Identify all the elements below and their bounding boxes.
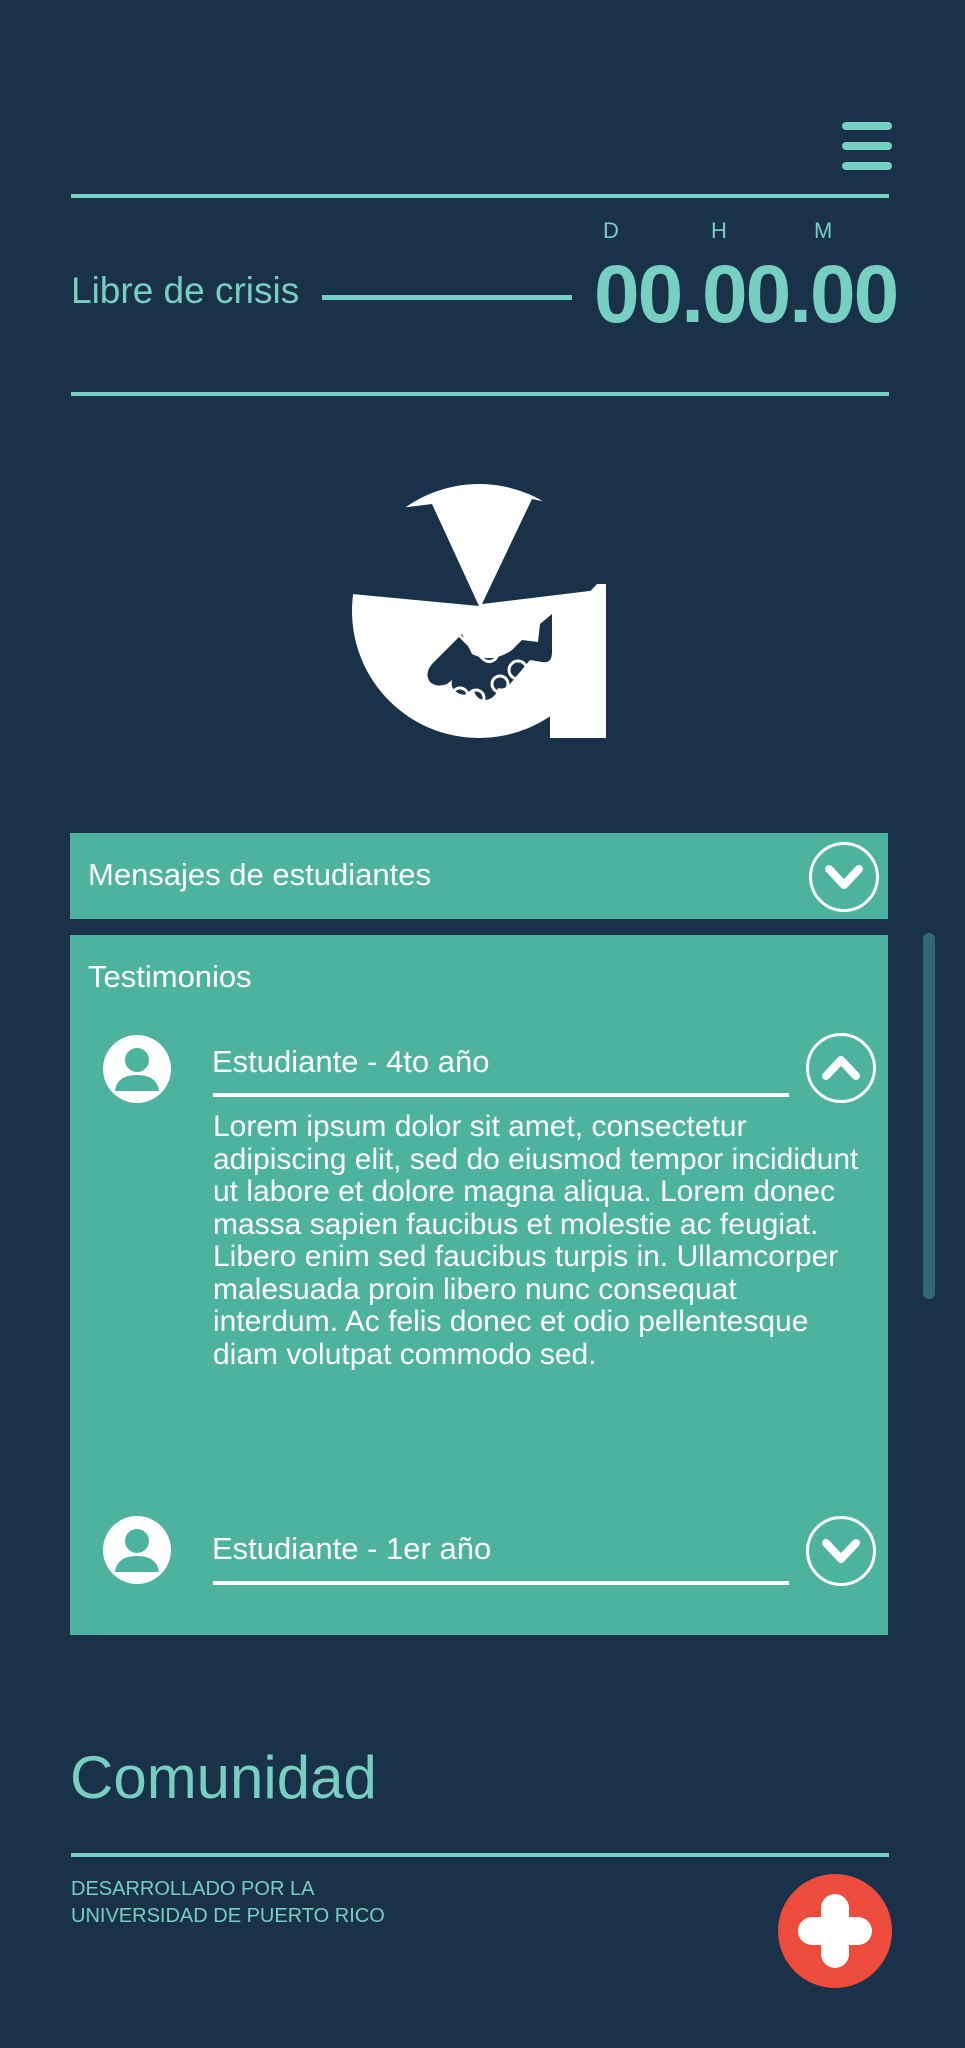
- testimonials-title: Testimonios: [88, 959, 252, 994]
- testimonial-author: Estudiante - 1er año: [212, 1531, 492, 1566]
- minutes-unit-label: M: [814, 218, 833, 243]
- days-unit-label: D: [603, 218, 619, 243]
- crisis-free-timer: 00.00.00: [594, 249, 899, 340]
- footer-divider: [71, 1853, 889, 1857]
- testimonial-author: Estudiante - 4to año: [212, 1044, 490, 1079]
- community-title: Comunidad: [70, 1744, 377, 1811]
- plus-icon[interactable]: [778, 1874, 892, 1988]
- testimonial-divider: [213, 1581, 789, 1585]
- footer-credit-line-1: DESARROLLADO POR LA: [71, 1878, 315, 1900]
- crisis-label-connector: [322, 295, 572, 300]
- header-bottom-divider: [71, 392, 889, 396]
- footer-credit-line-2: UNIVERSIDAD DE PUERTO RICO: [71, 1905, 385, 1927]
- holding-hands-icon: [352, 484, 606, 738]
- crisis-free-label: Libre de crisis: [71, 270, 300, 311]
- footer-credit: DESARROLLADO POR LA UNIVERSIDAD DE PUERT…: [71, 1876, 385, 1930]
- testimonial-text: Lorem ipsum dolor sit amet, consectetur …: [213, 1110, 859, 1371]
- student-avatar-icon: [103, 1035, 171, 1103]
- testimonial-divider: [213, 1093, 789, 1097]
- testimonials-panel: Testimonios Estudiante - 4to año Lorem i…: [70, 935, 888, 1635]
- header-top-divider: [71, 194, 889, 198]
- student-messages-title: Mensajes de estudiantes: [88, 857, 431, 892]
- hours-unit-label: H: [711, 218, 727, 243]
- chevron-down-icon[interactable]: [809, 842, 879, 912]
- scrollbar[interactable]: [923, 933, 935, 1299]
- chevron-down-icon[interactable]: [806, 1516, 876, 1586]
- hamburger-menu-icon[interactable]: [842, 122, 892, 170]
- student-avatar-icon: [103, 1516, 171, 1584]
- student-messages-accordion-header[interactable]: Mensajes de estudiantes: [70, 833, 888, 919]
- chevron-up-icon[interactable]: [806, 1033, 876, 1103]
